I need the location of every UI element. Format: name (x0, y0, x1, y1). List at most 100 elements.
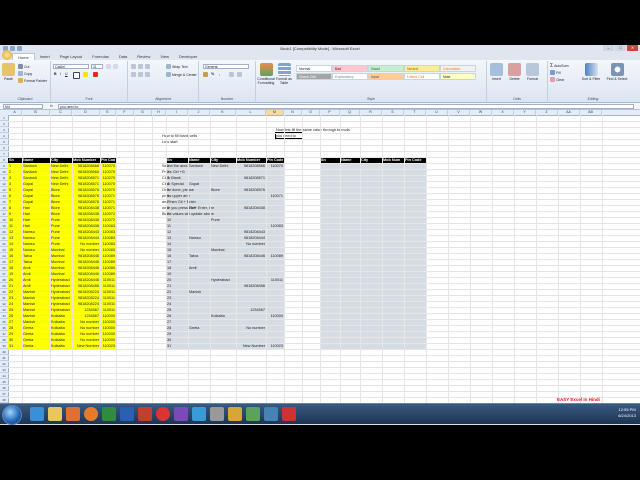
table2-cell[interactable]: Tatva (189, 253, 209, 259)
table1-cell[interactable]: 110023 (101, 343, 115, 349)
delete-cells-button[interactable]: Delete (508, 63, 521, 81)
media-player-icon[interactable] (66, 407, 80, 421)
app-icon-4[interactable] (246, 407, 260, 421)
start-button[interactable] (2, 405, 22, 425)
app-icon-2[interactable] (210, 407, 224, 421)
table2-cell[interactable]: 1234567 (237, 307, 265, 313)
table3-header-cell[interactable]: Pin Code (405, 157, 425, 163)
shrink-font-button[interactable] (113, 64, 118, 69)
align-right-button[interactable] (145, 72, 150, 77)
formula-input[interactable]: you need to (58, 103, 634, 109)
table2-cell[interactable]: 110023 (267, 343, 283, 349)
firefox-icon[interactable] (84, 407, 98, 421)
tab-data[interactable]: Data (114, 53, 132, 60)
table2-cell[interactable]: Hyderabad (211, 277, 235, 283)
table2-cell[interactable]: 31 (167, 343, 187, 349)
style-normal[interactable]: Normal (296, 65, 332, 72)
table2-cell[interactable]: 110071 (267, 193, 283, 199)
excel-taskbar-icon[interactable] (102, 407, 116, 421)
merge-center-button[interactable]: Merge & Center (166, 72, 197, 77)
table2-cell[interactable]: 110089 (267, 253, 283, 259)
table2-cell[interactable]: 9818208566 (237, 163, 265, 169)
conditional-formatting-button[interactable]: Conditional Formatting (257, 63, 275, 85)
clock[interactable]: 12:55 PM 6/24/2013 (618, 407, 636, 419)
insert-cells-button[interactable]: Insert (490, 63, 503, 81)
onenote-taskbar-icon[interactable] (174, 407, 188, 421)
table2-cell[interactable]: 9818208446 (237, 253, 265, 259)
table2-cell[interactable]: No number (237, 325, 265, 331)
align-middle-button[interactable] (138, 64, 143, 69)
autosum-button[interactable]: Σ AutoSum (550, 63, 569, 69)
table2-cell[interactable]: 9818208571 (237, 175, 265, 181)
bold-button[interactable]: B (54, 72, 57, 76)
table2-cell[interactable]: 110070 (267, 163, 283, 169)
table2-cell[interactable]: Pune (211, 217, 235, 223)
ie-icon[interactable] (30, 407, 44, 421)
table1-cell[interactable]: 31 (9, 343, 21, 349)
table1-cell[interactable]: Geeta (23, 343, 49, 349)
align-bottom-button[interactable] (145, 64, 150, 69)
format-as-table-button[interactable]: Format as Table (276, 63, 292, 85)
grow-font-button[interactable] (106, 64, 111, 69)
table3-header-cell[interactable]: Sn (321, 157, 339, 163)
style-note[interactable]: Note (440, 73, 476, 80)
table3-header-cell[interactable]: Mob Num (383, 157, 403, 163)
explorer-icon[interactable] (48, 407, 62, 421)
table2-cell[interactable]: 9818208456 (237, 283, 265, 289)
tab-view[interactable]: View (155, 53, 174, 60)
table2-cell[interactable]: Blore (211, 187, 235, 193)
table2-cell[interactable]: New Delhi (211, 163, 235, 169)
format-painter-button[interactable]: Format Painter (18, 78, 47, 83)
table2-cell[interactable]: Geeta (189, 325, 209, 331)
office-button[interactable] (2, 50, 12, 60)
font-name-combo[interactable]: Calibri (53, 64, 89, 69)
maximize-button[interactable]: □ (615, 45, 626, 51)
format-cells-button[interactable]: Format (526, 63, 539, 81)
app-icon[interactable] (156, 407, 170, 421)
style-linked-cell[interactable]: Linked Cell (404, 73, 440, 80)
wrap-text-button[interactable]: Wrap Text (166, 64, 188, 69)
tab-developer[interactable]: Developer (174, 53, 202, 60)
tab-insert[interactable]: Insert (35, 53, 55, 60)
underline-button[interactable]: U (65, 72, 68, 76)
style-check-cell[interactable]: Check Cell (296, 73, 332, 80)
table2-cell[interactable]: Manish (189, 289, 209, 295)
table2-cell[interactable]: 110000 (267, 313, 283, 319)
style-calculation[interactable]: Calculation (440, 65, 476, 72)
table2-cell[interactable]: Mumbai (211, 247, 235, 253)
font-size-combo[interactable]: 11 (91, 64, 103, 69)
tab-review[interactable]: Review (132, 53, 155, 60)
table2-cell[interactable]: Nainsu (189, 235, 209, 241)
clear-button[interactable]: Clear (550, 77, 564, 82)
align-top-button[interactable] (131, 64, 136, 69)
table2-cell[interactable]: No number (237, 241, 265, 247)
paste-button[interactable]: Paste (2, 63, 15, 81)
table2-cell[interactable]: Hari (189, 205, 209, 211)
table2-cell[interactable]: Kolkatta (211, 313, 235, 319)
tab-formulas[interactable]: Formulas (87, 53, 114, 60)
table3-header-cell[interactable]: Name (341, 157, 359, 163)
borders-button[interactable] (73, 72, 80, 79)
fill-color-button[interactable] (83, 72, 88, 77)
tab-page-layout[interactable]: Page Layout (55, 53, 87, 60)
style-good[interactable]: Good (368, 65, 404, 72)
fill-button[interactable]: Fill (550, 70, 560, 75)
font-color-button[interactable] (93, 72, 98, 77)
currency-button[interactable] (203, 72, 208, 77)
style-bad[interactable]: Bad (332, 65, 368, 72)
name-box[interactable]: M4 (3, 103, 43, 109)
table2-cell[interactable]: Santosh (189, 163, 209, 169)
italic-button[interactable]: I (60, 72, 61, 76)
style-explanatory[interactable]: Explanatory (332, 73, 368, 80)
copy-button[interactable]: Copy (18, 71, 32, 76)
fx-icon[interactable]: fx (50, 103, 53, 108)
table3-header-cell[interactable]: City (361, 157, 381, 163)
app-icon-5[interactable] (264, 407, 278, 421)
outlook-taskbar-icon[interactable] (192, 407, 206, 421)
app-icon-6[interactable] (282, 407, 296, 421)
app-icon-3[interactable] (228, 407, 242, 421)
cell-area[interactable]: How to fill blank cells Lets start Now l… (8, 115, 640, 415)
decrease-decimal-button[interactable] (237, 72, 242, 77)
table2-cell[interactable]: Amit (189, 265, 209, 271)
increase-decimal-button[interactable] (229, 72, 234, 77)
